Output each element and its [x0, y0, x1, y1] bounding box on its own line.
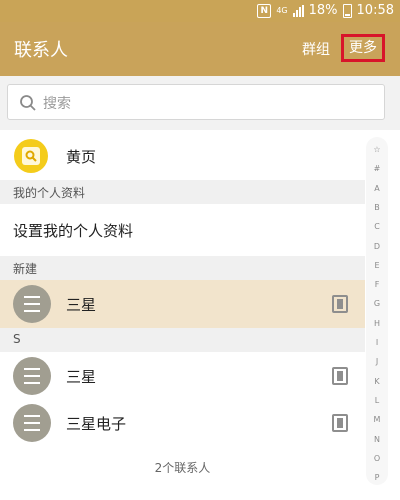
contact-row-s-1[interactable]: 三星电子 [0, 400, 365, 448]
clock: 10:58 [356, 3, 394, 18]
index-letter[interactable]: P [366, 473, 388, 482]
battery-icon [342, 3, 352, 18]
index-letter[interactable]: ☆ [366, 145, 388, 154]
section-header-label: 新建 [13, 262, 38, 276]
index-letter[interactable]: # [366, 164, 388, 173]
magnifier-icon [25, 150, 37, 162]
nfc-icon: N [257, 3, 272, 18]
contact-name: 三星 [66, 296, 97, 314]
index-letter[interactable]: H [366, 319, 388, 328]
avatar-placeholder-icon [13, 357, 51, 395]
index-letter[interactable]: J [366, 357, 388, 366]
index-letter[interactable]: E [366, 261, 388, 270]
contact-count: 2个联系人 [154, 461, 211, 475]
yellow-pages-row[interactable]: 黄页 [0, 133, 400, 179]
avatar-placeholder-icon [13, 404, 51, 442]
index-letter[interactable]: N [366, 435, 388, 444]
page-title: 联系人 [14, 40, 68, 61]
index-letter[interactable]: K [366, 377, 388, 386]
yellow-pages-label: 黄页 [66, 148, 97, 166]
setup-profile-label: 设置我的个人资料 [13, 222, 134, 240]
more-button[interactable]: 更多 [341, 34, 385, 62]
yellow-pages-icon [14, 139, 48, 173]
index-letter[interactable]: I [366, 338, 388, 347]
contact-card-icon[interactable] [332, 295, 348, 313]
group-button[interactable]: 群组 [302, 39, 330, 59]
index-letter[interactable]: M [366, 415, 388, 424]
index-letter[interactable]: L [366, 396, 388, 405]
section-header-s: S [0, 328, 365, 352]
status-bar: N 4G 18% 10:58 [0, 0, 400, 22]
index-letter[interactable]: C [366, 222, 388, 231]
search-input[interactable]: 搜索 [7, 84, 385, 120]
index-letter[interactable]: A [366, 184, 388, 193]
network-type: 4G [276, 6, 288, 15]
search-icon [20, 95, 36, 111]
alphabet-index[interactable]: ☆ # A B C D E F G H I J K L M N O P [366, 137, 388, 485]
contact-card-icon[interactable] [332, 367, 348, 385]
index-letter[interactable]: F [366, 280, 388, 289]
section-header-my-profile: 我的个人资料 [0, 180, 365, 204]
contact-card-icon[interactable] [332, 414, 348, 432]
contact-name: 三星电子 [66, 415, 127, 433]
contact-row-s-0[interactable]: 三星 [0, 352, 365, 400]
app-bar: 联系人 群组 更多 [0, 22, 400, 76]
signal-icon [292, 4, 304, 17]
index-letter[interactable]: G [366, 299, 388, 308]
search-placeholder: 搜索 [43, 96, 71, 112]
index-letter[interactable]: O [366, 454, 388, 463]
search-area: 搜索 [0, 76, 400, 130]
section-header-new: 新建 [0, 256, 365, 280]
battery-percent: 18% [308, 3, 338, 18]
avatar-placeholder-icon [13, 285, 51, 323]
setup-profile-row[interactable]: 设置我的个人资料 [0, 204, 400, 256]
section-header-label: S [13, 332, 21, 346]
contact-row-new-0[interactable]: 三星 [0, 280, 365, 328]
index-letter[interactable]: D [366, 242, 388, 251]
index-letter[interactable]: B [366, 203, 388, 212]
contact-name: 三星 [66, 368, 97, 386]
section-header-label: 我的个人资料 [13, 186, 86, 200]
